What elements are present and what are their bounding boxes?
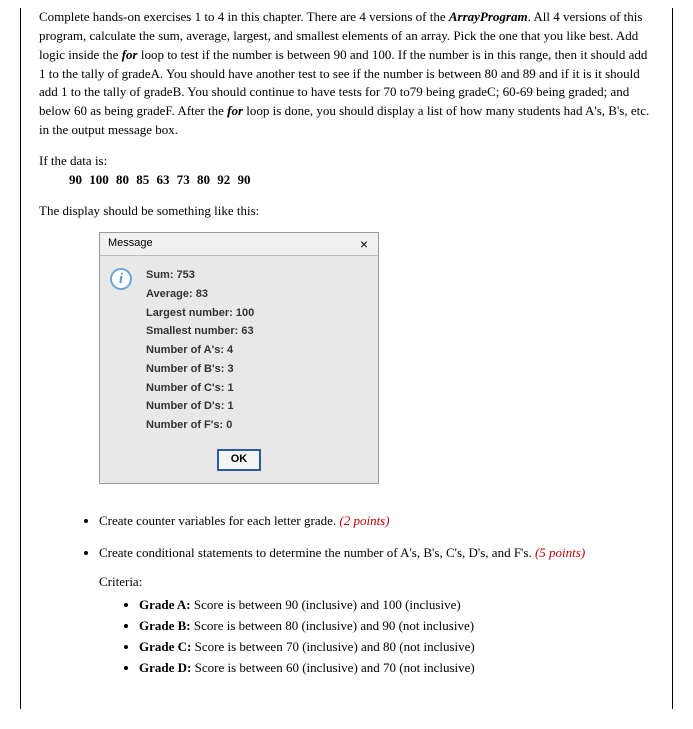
list-item: Create conditional statements to determi… [99,544,654,677]
line-smallest: Smallest number: 63 [146,322,254,341]
keyword-for: for [122,47,138,62]
task-list: Create counter variables for each letter… [39,512,654,678]
line-count-c: Number of C's: 1 [146,379,254,398]
dialog-title: Message [108,236,153,252]
line-largest: Largest number: 100 [146,304,254,323]
text: Score is between 60 (inclusive) and 70 (… [191,660,474,675]
text: Score is between 80 (inclusive) and 90 (… [191,618,474,633]
dialog-footer: OK [100,443,378,483]
text: Score is between 90 (inclusive) and 100 … [191,597,461,612]
criteria-list: Grade A: Score is between 90 (inclusive)… [99,596,654,677]
points-label: (2 points) [339,513,389,528]
data-values: 90 100 80 85 63 73 80 92 90 [39,171,654,190]
line-count-a: Number of A's: 4 [146,341,254,360]
grade-label: Grade B: [139,618,191,633]
data-label: If the data is: [39,152,654,171]
dialog-body: i Sum: 753 Average: 83 Largest number: 1… [100,256,378,442]
grade-label: Grade C: [139,639,191,654]
line-average: Average: 83 [146,285,254,304]
line-sum: Sum: 753 [146,266,254,285]
keyword-for: for [227,103,243,118]
criteria-heading: Criteria: [99,573,654,592]
data-block: If the data is: 90 100 80 85 63 73 80 92… [39,152,654,190]
list-item: Grade A: Score is between 90 (inclusive)… [139,596,654,615]
line-count-b: Number of B's: 3 [146,360,254,379]
instruction-paragraph: Complete hands-on exercises 1 to 4 in th… [39,8,654,140]
line-count-d: Number of D's: 1 [146,397,254,416]
line-count-f: Number of F's: 0 [146,416,254,435]
points-label: (5 points) [535,545,585,560]
text: Score is between 70 (inclusive) and 80 (… [191,639,474,654]
ok-button[interactable]: OK [217,449,262,471]
list-item: Grade D: Score is between 60 (inclusive)… [139,659,654,678]
list-item: Grade B: Score is between 80 (inclusive)… [139,617,654,636]
info-icon: i [110,268,132,290]
message-dialog: Message × i Sum: 753 Average: 83 Largest… [99,232,379,483]
page-content: Complete hands-on exercises 1 to 4 in th… [20,8,673,709]
text: Create counter variables for each letter… [99,513,339,528]
list-item: Grade C: Score is between 70 (inclusive)… [139,638,654,657]
grade-label: Grade A: [139,597,191,612]
text: Complete hands-on exercises 1 to 4 in th… [39,9,449,24]
list-item: Create counter variables for each letter… [99,512,654,531]
display-intro: The display should be something like thi… [39,202,654,221]
dialog-titlebar: Message × [100,233,378,256]
program-name: ArrayProgram [449,9,528,24]
grade-label: Grade D: [139,660,191,675]
close-icon[interactable]: × [356,237,372,251]
text: Create conditional statements to determi… [99,545,535,560]
dialog-text: Sum: 753 Average: 83 Largest number: 100… [146,266,254,434]
